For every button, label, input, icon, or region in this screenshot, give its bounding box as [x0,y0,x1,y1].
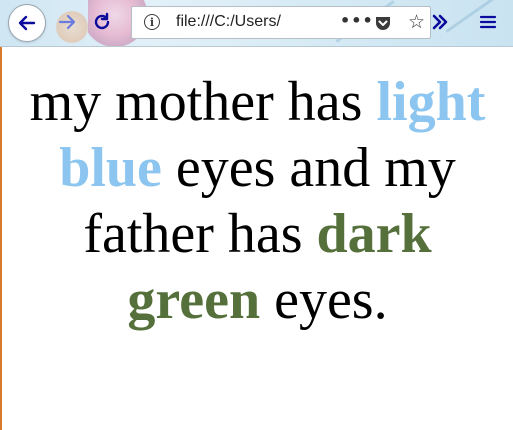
reload-icon [94,12,110,30]
back-arrow-icon [18,15,36,31]
hamburger-menu-icon [479,15,497,29]
sentence-part-3: eyes. [260,269,388,331]
forward-arrow-icon [58,14,76,30]
more-icon[interactable]: ••• [340,11,374,30]
overflow-chevron-icon [432,14,448,30]
forward-button[interactable] [51,6,83,38]
back-button[interactable] [8,4,46,42]
info-icon[interactable]: i [144,14,160,30]
page-content: my mother has light blue eyes and my fat… [0,47,513,430]
eye-color-sentence: my mother has light blue eyes and my fat… [2,69,513,333]
browser-toolbar: i file:///C:/Users/ ••• ☆ [0,0,513,47]
reload-button[interactable] [86,6,118,38]
main-menu-button[interactable] [472,6,504,38]
sentence-part-1: my mother has [29,71,377,133]
pocket-icon[interactable] [374,14,392,32]
overflow-menu-button[interactable] [424,6,456,38]
star-icon[interactable]: ☆ [408,11,425,33]
address-bar[interactable]: i file:///C:/Users/ ••• ☆ [131,6,431,39]
url-text[interactable]: file:///C:/Users/ [176,13,336,31]
